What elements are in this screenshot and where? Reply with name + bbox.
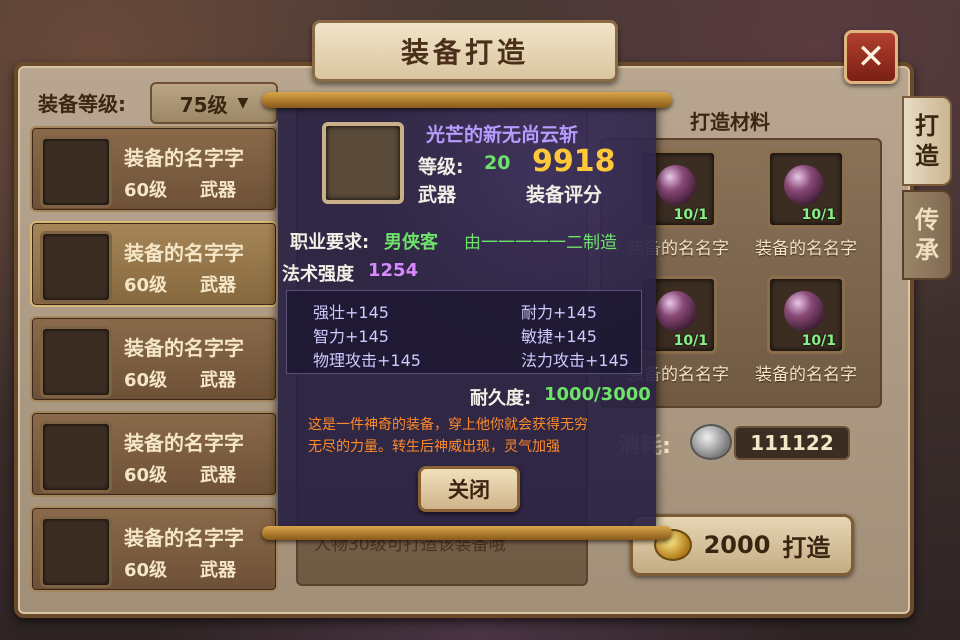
material-slot[interactable]: 10/1 装备的名名字 — [740, 276, 872, 385]
tooltip-score-label: 装备评分 — [526, 184, 603, 206]
tooltip-level-value: 20 — [484, 152, 511, 174]
equip-level-label: 装备等级: — [38, 92, 126, 116]
chevron-down-icon: ▼ — [237, 95, 249, 111]
equipment-name: 装备的名字字 — [124, 336, 244, 360]
tooltip-stat: 智力+145 — [313, 327, 389, 346]
material-count: 10/1 — [801, 207, 836, 223]
equipment-thumbnail — [40, 136, 112, 208]
material-count: 10/1 — [673, 207, 708, 223]
equipment-type: 武器 — [200, 370, 236, 391]
window-title-plaque: 装备打造 — [312, 20, 618, 82]
tooltip-stat: 耐力+145 — [521, 303, 597, 322]
forge-button[interactable]: 2000 打造 — [630, 514, 854, 576]
equipment-level: 60级 — [124, 275, 168, 296]
equipment-list-item[interactable]: 装备的名字字 60级 武器 — [30, 506, 278, 592]
equipment-type: 武器 — [200, 560, 236, 581]
cost-value: 111122 — [734, 426, 850, 460]
tooltip-stat: 法力攻击+145 — [521, 351, 629, 370]
equip-level-value: 75级 — [179, 92, 228, 117]
equipment-name: 装备的名字字 — [124, 526, 244, 550]
tooltip-class-req-value: 男侠客 — [384, 232, 438, 253]
tooltip-stats-box: 强壮+145 耐力+145 智力+145 敏捷+145 物理攻击+145 法力攻… — [286, 290, 642, 374]
equipment-level: 60级 — [124, 370, 168, 391]
tooltip-stat: 敏捷+145 — [521, 327, 597, 346]
tooltip-score-value: 9918 — [532, 144, 616, 179]
material-count: 10/1 — [673, 333, 708, 349]
orb-icon — [656, 165, 696, 205]
tooltip-stat: 强壮+145 — [313, 303, 389, 322]
orb-icon — [784, 165, 824, 205]
equipment-list-item[interactable]: 装备的名字字 60级 武器 — [30, 126, 278, 212]
equipment-list-item[interactable]: 装备的名字字 60级 武器 — [30, 221, 278, 307]
tab-forge[interactable]: 打 造 — [902, 96, 952, 186]
forge-label: 打造 — [782, 533, 831, 562]
close-window-button[interactable]: ✕ — [844, 30, 898, 84]
equipment-list-item[interactable]: 装备的名字字 60级 武器 — [30, 316, 278, 402]
equipment-level: 60级 — [124, 465, 168, 486]
material-icon-frame: 10/1 — [767, 150, 845, 228]
tab-inherit-label-2: 承 — [915, 236, 939, 264]
material-count: 10/1 — [801, 333, 836, 349]
tooltip-description-line: 无尽的力量。转生后神威出现，灵气加强 — [308, 439, 560, 455]
equipment-type: 武器 — [200, 180, 236, 201]
equipment-name: 装备的名字字 — [124, 431, 244, 455]
tab-inherit-label-1: 传 — [915, 206, 939, 234]
tooltip-description-line: 这是一件神奇的装备，穿上他你就会获得无穷 — [308, 417, 588, 433]
tooltip-bottom-ornament — [262, 526, 672, 540]
silver-coin-icon — [690, 424, 732, 460]
equipment-type: 武器 — [200, 275, 236, 296]
equipment-name: 装备的名字字 — [124, 241, 244, 265]
tooltip-item-type: 武器 — [418, 184, 457, 206]
tooltip-magic-value: 1254 — [368, 260, 419, 281]
equipment-level: 60级 — [124, 560, 168, 581]
tooltip-class-req-label: 职业要求: — [290, 232, 370, 253]
equipment-thumbnail — [40, 231, 112, 303]
equipment-thumbnail — [40, 516, 112, 588]
tooltip-maker: 由一一一一一二制造 — [464, 233, 617, 253]
tab-forge-label-1: 打 — [915, 112, 939, 140]
window-title: 装备打造 — [400, 36, 529, 69]
orb-icon — [784, 291, 824, 331]
equipment-thumbnail — [40, 326, 112, 398]
equipment-list-item[interactable]: 装备的名字字 60级 武器 — [30, 411, 278, 497]
materials-title: 打造材料 — [690, 110, 770, 134]
equipment-type: 武器 — [200, 465, 236, 486]
orb-icon — [656, 291, 696, 331]
tooltip-close-button[interactable]: 关闭 — [418, 466, 520, 512]
tooltip-item-thumbnail — [322, 122, 404, 204]
equipment-name: 装备的名字字 — [124, 146, 244, 170]
tooltip-top-ornament — [262, 92, 672, 108]
tooltip-magic-label: 法术强度 — [282, 264, 354, 285]
tab-inherit[interactable]: 传 承 — [902, 190, 952, 280]
item-tooltip: 光芒的新无尚云斩 等级: 20 9918 武器 装备评分 职业要求: 男侠客 由… — [278, 104, 656, 528]
equip-level-select[interactable]: 75级 ▼ — [150, 82, 278, 124]
material-slot[interactable]: 10/1 装备的名名字 — [740, 150, 872, 259]
tooltip-durability-value: 1000/3000 — [544, 384, 651, 405]
close-icon: ✕ — [856, 37, 886, 77]
forge-cost: 2000 — [703, 531, 771, 559]
tooltip-level-label: 等级: — [418, 156, 464, 178]
material-name: 装备的名名字 — [755, 239, 857, 259]
material-name: 装备的名名字 — [755, 365, 857, 385]
equipment-level: 60级 — [124, 180, 168, 201]
equipment-list: 装备的名字字 60级 武器 装备的名字字 60级 武器 装备的名字字 60级 武… — [30, 126, 278, 601]
material-icon-frame: 10/1 — [767, 276, 845, 354]
tooltip-stat: 物理攻击+145 — [313, 351, 421, 370]
tooltip-description: 这是一件神奇的装备，穿上他你就会获得无穷 无尽的力量。转生后神威出现，灵气加强 — [308, 414, 648, 458]
equipment-thumbnail — [40, 421, 112, 493]
tooltip-item-name: 光芒的新无尚云斩 — [426, 124, 579, 146]
tab-forge-label-2: 造 — [915, 142, 939, 170]
tooltip-durability-label: 耐久度: — [470, 388, 532, 409]
